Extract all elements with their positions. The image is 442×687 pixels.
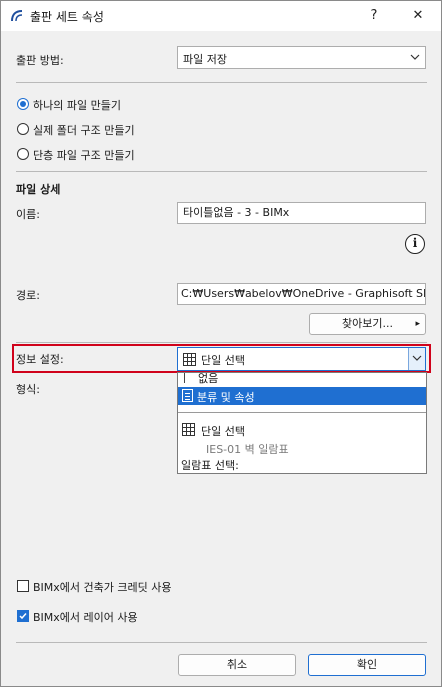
title-bar: 출판 세트 속성 ? ✕ <box>1 1 441 31</box>
checkbox-label: BIMx에서 건축가 크레딧 사용 <box>33 581 172 594</box>
info-settings-select[interactable]: 단일 선택 <box>177 347 426 371</box>
info-icon[interactable]: i <box>405 234 425 254</box>
publish-method-value: 파일 저장 <box>183 53 227 66</box>
radio-label: 실제 폴더 구조 만들기 <box>33 124 135 137</box>
list-item-none[interactable]: 없음 <box>178 373 426 387</box>
document-list-icon <box>182 389 193 402</box>
radio-button-selected[interactable] <box>17 98 29 110</box>
ok-button[interactable]: 확인 <box>308 654 426 676</box>
path-label: 경로: <box>16 289 40 302</box>
archicad-logo-icon <box>11 10 23 22</box>
publisher-set-properties-dialog: 출판 세트 속성 ? ✕ 출판 방법: 파일 저장 하나의 파일 만들기 실제 … <box>0 0 442 687</box>
info-settings-value: 단일 선택 <box>201 354 245 367</box>
radio-flat-structure[interactable]: 단층 파일 구조 만들기 <box>16 146 316 164</box>
list-item-label: 단일 선택 <box>201 425 245 438</box>
publish-method-select[interactable]: 파일 저장 <box>177 46 426 69</box>
name-input[interactable]: 타이틀없음 - 3 - BIMx <box>177 202 426 224</box>
cancel-button[interactable]: 취소 <box>178 654 296 676</box>
path-input[interactable]: C:₩Users₩abelov₩OneDrive - Graphisoft SE… <box>177 283 426 305</box>
browse-label: 찾아보기... <box>342 317 393 330</box>
chevron-down-icon <box>410 54 420 60</box>
separator <box>16 642 427 643</box>
list-heading-schedule-selection: 일람표 선택: <box>178 456 426 473</box>
format-label: 형식: <box>16 383 40 396</box>
list-separator <box>178 412 426 413</box>
radio-single-file[interactable]: 하나의 파일 만들기 <box>16 96 316 114</box>
list-item-single-selection[interactable]: 단일 선택 <box>178 421 426 439</box>
list-item-ies-01: IES-01 벽 일람표 <box>178 439 426 456</box>
table-grid-icon <box>183 353 196 366</box>
publish-method-label: 출판 방법: <box>16 54 64 67</box>
window-title: 출판 세트 속성 <box>30 10 104 24</box>
text-cursor-icon <box>184 373 185 383</box>
info-settings-label: 정보 설정: <box>16 353 64 366</box>
list-item-label: 없음 <box>198 373 219 385</box>
radio-label: 하나의 파일 만들기 <box>33 99 121 112</box>
radio-real-folder[interactable]: 실제 폴더 구조 만들기 <box>16 121 316 139</box>
list-item-label: 분류 및 속성 <box>197 391 255 404</box>
list-item-classification-properties[interactable]: 분류 및 속성 <box>178 387 426 405</box>
close-button[interactable]: ✕ <box>406 5 430 27</box>
checkbox-label: BIMx에서 레이어 사용 <box>33 611 138 624</box>
checkbox[interactable] <box>17 580 29 592</box>
separator <box>16 342 427 343</box>
file-details-heading: 파일 상세 <box>16 183 61 196</box>
chevron-down-icon <box>412 355 422 361</box>
checkbox-use-layers[interactable]: BIMx에서 레이어 사용 <box>16 608 316 626</box>
dropdown-toggle[interactable] <box>408 348 425 370</box>
triangle-right-icon: ▸ <box>415 319 420 329</box>
checkmark-icon <box>19 613 27 620</box>
browse-button[interactable]: 찾아보기... ▸ <box>309 313 426 335</box>
radio-label: 단층 파일 구조 만들기 <box>33 149 135 162</box>
list-item-label: IES-01 벽 일람표 <box>206 443 289 456</box>
help-button[interactable]: ? <box>362 5 386 27</box>
name-label: 이름: <box>16 208 40 221</box>
separator <box>16 171 427 172</box>
radio-button[interactable] <box>17 123 29 135</box>
table-grid-icon <box>182 423 195 436</box>
checkbox-checked[interactable] <box>17 610 29 622</box>
info-settings-dropdown-list: 없음 분류 및 속성 단일 선택 IES-01 벽 일람표 일람표 선택: <box>177 372 427 474</box>
separator <box>16 82 427 83</box>
list-heading-label: 일람표 선택: <box>181 459 239 472</box>
checkbox-architect-credit[interactable]: BIMx에서 건축가 크레딧 사용 <box>16 578 316 596</box>
radio-button[interactable] <box>17 148 29 160</box>
